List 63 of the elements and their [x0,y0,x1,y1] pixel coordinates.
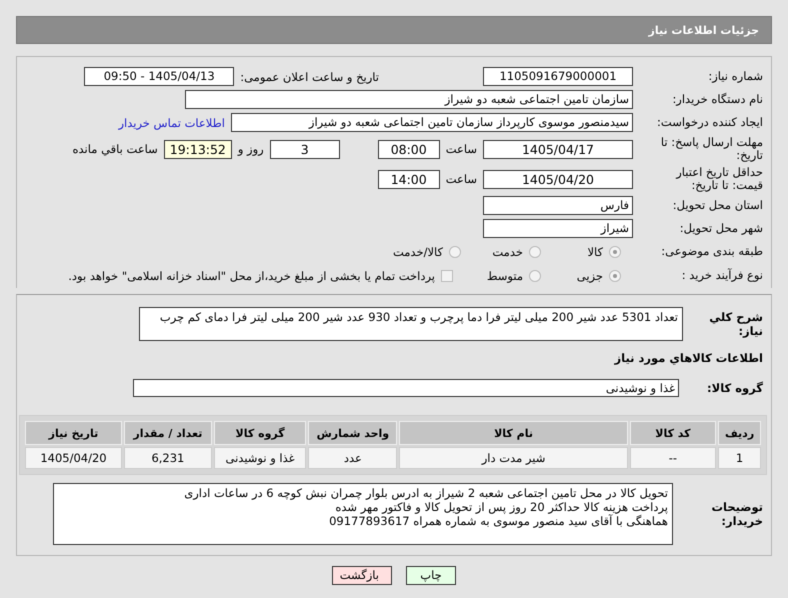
need-number-field: 1105091679000001 [483,67,633,86]
table-cell: -- [630,447,716,469]
table-cell: 6,231 [124,447,212,469]
field-label: شرح کلي نیاز: [708,310,763,338]
radio-label: خدمت [491,245,523,259]
column-header: کد کالا [630,421,716,445]
deadline-time-field: 08:00 [378,140,440,158]
province-field: فارس [483,196,633,215]
column-header: نام کالا [399,421,628,445]
column-header: تعداد / مقدار [124,421,212,445]
description-field: تعداد 5301 عدد شیر 200 میلی لیتر فرا دما پرچرب و تعداد 930 عدد شیر 200 میلی لیتر فرا دمای کم چرب [139,307,683,341]
section-title: اطلاعات کالاهاي مورد نیاز [613,351,763,365]
print-button[interactable]: چاپ [406,566,456,585]
table-cell: غذا و نوشیدنی [214,447,306,469]
radio-button[interactable] [609,270,621,282]
field-label: نوع فرآیند خرید : [680,269,763,283]
field-label: ایجاد کننده درخواست: [656,116,763,130]
checkbox[interactable] [441,270,453,282]
field-label: مهلت ارسال پاسخ: تا تاریخ: [660,136,763,162]
field-label: گروه کالا: [706,381,763,395]
city-field: شیراز [483,219,633,238]
field-label: توضیحات خریدار: [710,500,763,528]
validity-date-field: 1405/04/20 [483,170,633,188]
announce-date-field: 1405/04/13 - 09:50 [84,67,234,86]
table-cell: 1405/04/20 [25,447,122,469]
table-cell: عدد [308,447,398,469]
radio-button[interactable] [529,270,541,282]
back-button[interactable]: بازگشت [332,566,392,585]
table-cell: شیر مدت دار [399,447,628,469]
field-label: حداقل تاریخ اعتبار قیمت: تا تاریخ: [674,166,763,192]
requester-field: سیدمنصور موسوی کارپرداز سازمان تامین اجتماعی شعبه دو شیراز [231,113,633,132]
radio-label: جزیی [576,269,603,283]
goods-group-field: غذا و نوشیدنی [133,379,679,397]
radio-label: کالا [586,245,603,259]
time-label: ساعت [446,142,477,156]
column-header: ردیف [718,421,761,445]
time-label: ساعت [446,172,477,186]
field-label: شماره نیاز: [707,70,763,84]
days-label: روز و [238,142,264,156]
radio-label: متوسط [486,269,523,283]
validity-time-field: 14:00 [378,170,440,188]
field-label: طبقه بندی موضوعی: [660,245,763,259]
field-label: استان محل تحویل: [672,198,763,212]
field-label: نام دستگاه خریدار: [671,92,763,106]
radio-label: کالا/خدمت [392,245,443,259]
contact-link[interactable]: اطلاعات تماس خریدار [118,116,225,130]
radio-button[interactable] [449,246,461,258]
remaining-label: ساعت باقي مانده [72,142,158,156]
buyer-notes-field: تحویل کالا در محل تامین اجتماعی شعبه 2 شیراز به ادرس بلوار چمران نبش کوچه 6 در ساعات اداری پرداخت هزینه کالا حداکثر 20 روز پس از تحویل کالا و فاکتور مهر شده هماهنگی با آقای سید منصور موسوی به شماره همراه 09177893617 [53,483,673,545]
remaining-time-field: 19:13:52 [164,140,232,158]
column-header: تاریخ نیاز [25,421,122,445]
column-header: واحد شمارش [308,421,398,445]
field-label: شهر محل تحویل: [678,222,763,236]
days-field: 3 [270,140,340,158]
column-header: گروه کالا [214,421,306,445]
field-label: تاریخ و ساعت اعلان عمومی: [240,70,379,84]
buyer-org-field: سازمان تامین اجتماعی شعبه دو شیراز [185,90,633,109]
table-cell: 1 [718,447,761,469]
radio-button[interactable] [609,246,621,258]
radio-button[interactable] [529,246,541,258]
page-title: جزئیات اطلاعات نیاز [648,24,759,36]
checkbox-label: پرداخت تمام یا بخشی از مبلغ خرید،از محل "اسناد خزانه اسلامی" خواهد بود. [68,269,435,283]
deadline-date-field: 1405/04/17 [483,140,633,158]
